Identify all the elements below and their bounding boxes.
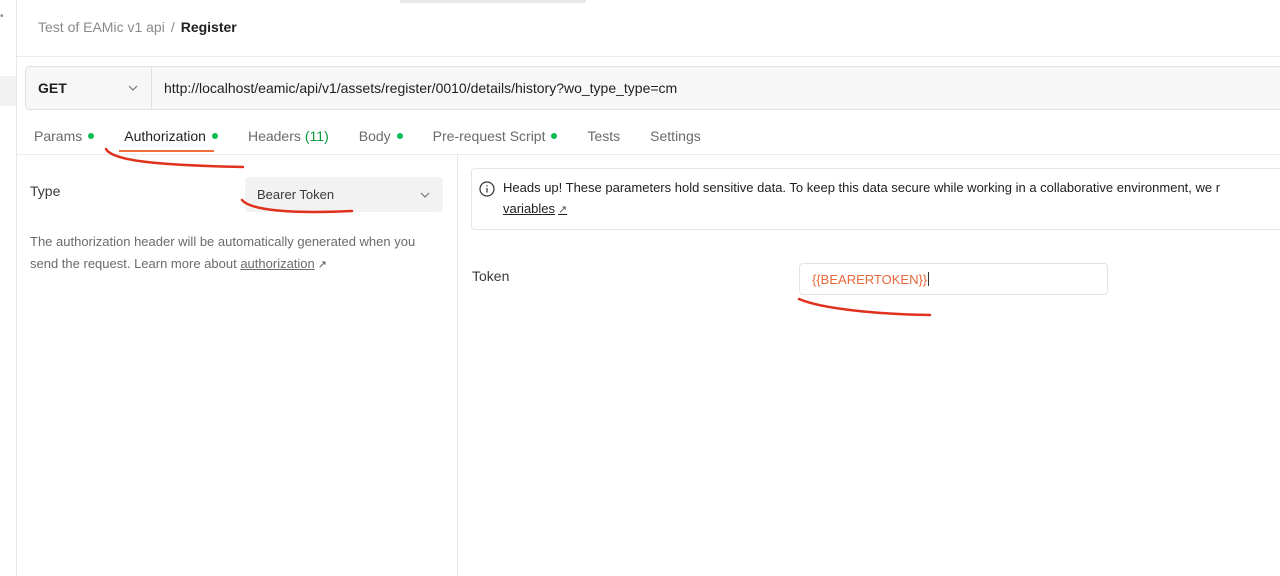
notice-text: Heads up! These parameters hold sensitiv… (503, 180, 1221, 195)
annotation-underline-token-value (797, 297, 932, 317)
tab-tests[interactable]: Tests (587, 126, 620, 146)
tab-label: Settings (650, 128, 701, 144)
tab-params[interactable]: Params (34, 126, 95, 146)
authorization-docs-link[interactable]: authorization (240, 256, 314, 271)
variables-link[interactable]: variables ↗ (503, 201, 567, 216)
tab-label: Headers (247, 128, 301, 144)
arrow-up-right-icon: ↗ (558, 204, 568, 216)
sidebar-selection (0, 76, 16, 106)
request-tabs: Params Authorization Headers (11) Body Pr… (34, 126, 731, 146)
auth-description-text: The authorization header will be automat… (30, 234, 416, 271)
auth-description: The authorization header will be automat… (30, 231, 440, 276)
variables-link-label: variables (503, 201, 556, 216)
breadcrumb: Test of EAMic v1 api / Register (38, 19, 237, 35)
breadcrumb-separator: / (170, 19, 175, 35)
method-select[interactable]: GET (26, 67, 152, 109)
text-cursor (928, 272, 930, 286)
tab-authorization[interactable]: Authorization (124, 126, 218, 146)
tab-label: Params (34, 128, 83, 144)
arrow-up-right-icon: ↗ (317, 259, 327, 271)
status-dot (88, 133, 95, 139)
status-dot (396, 133, 403, 139)
breadcrumb-request-name[interactable]: Register (181, 19, 237, 35)
active-tab-indicator (400, 0, 586, 3)
collapse-handle[interactable]: • (0, 12, 4, 22)
status-dot (551, 133, 558, 139)
tab-settings[interactable]: Settings (650, 126, 701, 146)
tab-pre-request-script[interactable]: Pre-request Script (433, 126, 558, 146)
header-divider (17, 56, 1280, 57)
tab-headers[interactable]: Headers (11) (248, 126, 329, 146)
headers-count: (11) (304, 128, 329, 144)
token-label: Token (472, 268, 510, 284)
url-input[interactable]: http://localhost/eamic/api/v1/assets/reg… (152, 67, 1280, 109)
auth-type-value: Bearer Token (257, 187, 335, 202)
tab-body[interactable]: Body (359, 126, 403, 146)
tab-label: Pre-request Script (432, 128, 546, 144)
method-label: GET (38, 80, 67, 96)
active-tab-underline (119, 150, 214, 152)
chevron-down-icon (420, 192, 430, 198)
tab-label: Authorization (124, 128, 206, 144)
tab-label: Tests (587, 128, 621, 144)
info-circle-icon (479, 181, 495, 197)
auth-type-panel: Type Bearer Token The authorization head… (17, 155, 458, 576)
sensitive-data-notice: Heads up! These parameters hold sensitiv… (471, 168, 1280, 230)
tab-label: Body (358, 128, 391, 144)
auth-type-label: Type (30, 183, 61, 199)
request-url-bar: GET http://localhost/eamic/api/v1/assets… (25, 66, 1280, 110)
auth-type-select[interactable]: Bearer Token (245, 177, 443, 212)
status-dot (211, 133, 218, 139)
breadcrumb-collection[interactable]: Test of EAMic v1 api (38, 19, 165, 35)
chevron-down-icon (128, 85, 138, 91)
token-input[interactable]: {{BEARERTOKEN}} (799, 263, 1108, 295)
token-value: {{BEARERTOKEN}} (812, 271, 928, 287)
left-sidebar-strip: • (0, 0, 17, 576)
